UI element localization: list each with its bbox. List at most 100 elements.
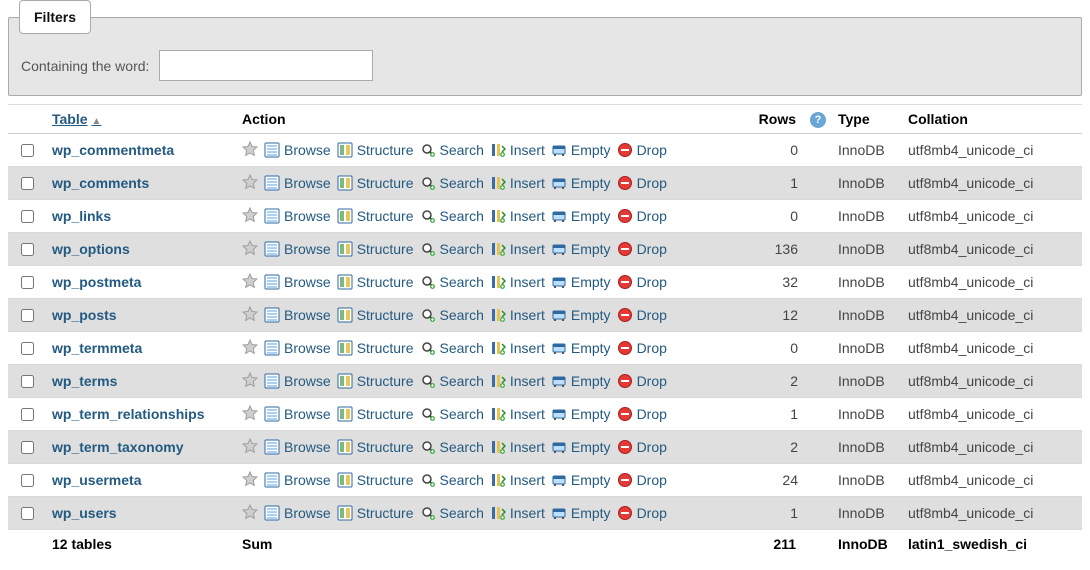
row-checkbox[interactable] xyxy=(21,342,34,355)
favorite-star-icon[interactable] xyxy=(242,504,258,523)
search-link[interactable]: Search xyxy=(420,142,484,158)
search-link[interactable]: Search xyxy=(420,439,484,455)
favorite-star-icon[interactable] xyxy=(242,141,258,160)
search-link[interactable]: Search xyxy=(420,472,484,488)
drop-link[interactable]: Drop xyxy=(617,241,667,257)
drop-link[interactable]: Drop xyxy=(617,439,667,455)
favorite-star-icon[interactable] xyxy=(242,174,258,193)
header-table[interactable]: Table▲ xyxy=(46,105,236,134)
empty-link[interactable]: Empty xyxy=(551,208,611,224)
empty-link[interactable]: Empty xyxy=(551,142,611,158)
drop-link[interactable]: Drop xyxy=(617,307,667,323)
table-name-link[interactable]: wp_term_taxonomy xyxy=(52,439,183,455)
drop-link[interactable]: Drop xyxy=(617,208,667,224)
empty-link[interactable]: Empty xyxy=(551,274,611,290)
browse-link[interactable]: Browse xyxy=(264,340,331,356)
row-checkbox[interactable] xyxy=(21,177,34,190)
table-name-link[interactable]: wp_usermeta xyxy=(52,472,141,488)
structure-link[interactable]: Structure xyxy=(337,472,414,488)
structure-link[interactable]: Structure xyxy=(337,307,414,323)
row-checkbox[interactable] xyxy=(21,243,34,256)
row-checkbox[interactable] xyxy=(21,441,34,454)
browse-link[interactable]: Browse xyxy=(264,505,331,521)
browse-link[interactable]: Browse xyxy=(264,241,331,257)
table-name-link[interactable]: wp_term_relationships xyxy=(52,406,205,422)
structure-link[interactable]: Structure xyxy=(337,439,414,455)
empty-link[interactable]: Empty xyxy=(551,175,611,191)
header-type[interactable]: Type xyxy=(832,105,902,134)
favorite-star-icon[interactable] xyxy=(242,372,258,391)
drop-link[interactable]: Drop xyxy=(617,274,667,290)
insert-link[interactable]: Insert xyxy=(490,175,545,191)
browse-link[interactable]: Browse xyxy=(264,142,331,158)
empty-link[interactable]: Empty xyxy=(551,439,611,455)
info-icon[interactable]: ? xyxy=(810,112,826,128)
drop-link[interactable]: Drop xyxy=(617,472,667,488)
search-link[interactable]: Search xyxy=(420,373,484,389)
containing-word-input[interactable] xyxy=(159,50,373,81)
empty-link[interactable]: Empty xyxy=(551,307,611,323)
insert-link[interactable]: Insert xyxy=(490,307,545,323)
browse-link[interactable]: Browse xyxy=(264,472,331,488)
table-name-link[interactable]: wp_termmeta xyxy=(52,340,142,356)
empty-link[interactable]: Empty xyxy=(551,373,611,389)
empty-link[interactable]: Empty xyxy=(551,340,611,356)
empty-link[interactable]: Empty xyxy=(551,505,611,521)
drop-link[interactable]: Drop xyxy=(617,340,667,356)
empty-link[interactable]: Empty xyxy=(551,241,611,257)
drop-link[interactable]: Drop xyxy=(617,175,667,191)
sort-by-table-link[interactable]: Table▲ xyxy=(52,111,101,127)
search-link[interactable]: Search xyxy=(420,307,484,323)
drop-link[interactable]: Drop xyxy=(617,505,667,521)
browse-link[interactable]: Browse xyxy=(264,406,331,422)
browse-link[interactable]: Browse xyxy=(264,274,331,290)
search-link[interactable]: Search xyxy=(420,340,484,356)
row-checkbox[interactable] xyxy=(21,375,34,388)
search-link[interactable]: Search xyxy=(420,175,484,191)
favorite-star-icon[interactable] xyxy=(242,339,258,358)
structure-link[interactable]: Structure xyxy=(337,208,414,224)
structure-link[interactable]: Structure xyxy=(337,373,414,389)
drop-link[interactable]: Drop xyxy=(617,142,667,158)
favorite-star-icon[interactable] xyxy=(242,273,258,292)
structure-link[interactable]: Structure xyxy=(337,274,414,290)
browse-link[interactable]: Browse xyxy=(264,439,331,455)
drop-link[interactable]: Drop xyxy=(617,373,667,389)
table-name-link[interactable]: wp_options xyxy=(52,241,130,257)
search-link[interactable]: Search xyxy=(420,241,484,257)
search-link[interactable]: Search xyxy=(420,505,484,521)
insert-link[interactable]: Insert xyxy=(490,406,545,422)
table-name-link[interactable]: wp_comments xyxy=(52,175,149,191)
browse-link[interactable]: Browse xyxy=(264,373,331,389)
structure-link[interactable]: Structure xyxy=(337,505,414,521)
insert-link[interactable]: Insert xyxy=(490,505,545,521)
favorite-star-icon[interactable] xyxy=(242,306,258,325)
structure-link[interactable]: Structure xyxy=(337,142,414,158)
empty-link[interactable]: Empty xyxy=(551,406,611,422)
insert-link[interactable]: Insert xyxy=(490,241,545,257)
row-checkbox[interactable] xyxy=(21,474,34,487)
favorite-star-icon[interactable] xyxy=(242,240,258,259)
search-link[interactable]: Search xyxy=(420,406,484,422)
favorite-star-icon[interactable] xyxy=(242,438,258,457)
row-checkbox[interactable] xyxy=(21,309,34,322)
insert-link[interactable]: Insert xyxy=(490,142,545,158)
insert-link[interactable]: Insert xyxy=(490,274,545,290)
row-checkbox[interactable] xyxy=(21,408,34,421)
header-collation[interactable]: Collation xyxy=(902,105,1082,134)
table-name-link[interactable]: wp_users xyxy=(52,505,117,521)
empty-link[interactable]: Empty xyxy=(551,472,611,488)
search-link[interactable]: Search xyxy=(420,274,484,290)
table-name-link[interactable]: wp_terms xyxy=(52,373,117,389)
favorite-star-icon[interactable] xyxy=(242,207,258,226)
structure-link[interactable]: Structure xyxy=(337,340,414,356)
insert-link[interactable]: Insert xyxy=(490,472,545,488)
browse-link[interactable]: Browse xyxy=(264,208,331,224)
insert-link[interactable]: Insert xyxy=(490,340,545,356)
favorite-star-icon[interactable] xyxy=(242,405,258,424)
table-name-link[interactable]: wp_links xyxy=(52,208,111,224)
table-name-link[interactable]: wp_commentmeta xyxy=(52,142,174,158)
row-checkbox[interactable] xyxy=(21,144,34,157)
structure-link[interactable]: Structure xyxy=(337,175,414,191)
insert-link[interactable]: Insert xyxy=(490,208,545,224)
